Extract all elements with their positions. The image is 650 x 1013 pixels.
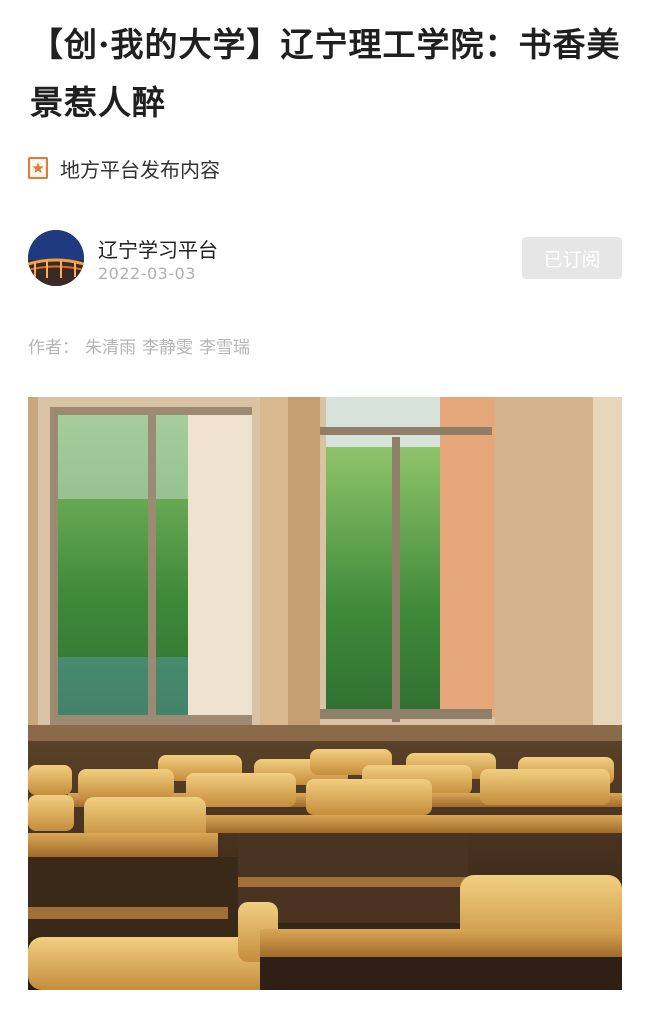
channel-header: 辽宁学习平台 2022-03-03 已订阅 bbox=[28, 230, 622, 288]
article-title: 【创·我的大学】辽宁理工学院：书香美景惹人醉 bbox=[30, 25, 621, 122]
byline-prefix: 作者： bbox=[28, 338, 79, 358]
author-name: 朱清雨 bbox=[85, 338, 136, 358]
article-photo[interactable] bbox=[28, 397, 622, 990]
subscribed-button[interactable]: 已订阅 bbox=[522, 237, 622, 279]
byline: 作者： 朱清雨 李静雯 李雪瑞 bbox=[28, 333, 250, 358]
author-name: 李雪瑞 bbox=[199, 338, 250, 358]
source-tag: 地方平台发布内容 bbox=[28, 152, 220, 184]
author-name: 李静雯 bbox=[142, 338, 193, 358]
avatar[interactable] bbox=[28, 230, 84, 286]
channel-name[interactable]: 辽宁学习平台 bbox=[98, 234, 218, 263]
publish-date: 2022-03-03 bbox=[98, 264, 196, 283]
star-badge-icon bbox=[28, 157, 48, 179]
source-label: 地方平台发布内容 bbox=[60, 157, 220, 182]
